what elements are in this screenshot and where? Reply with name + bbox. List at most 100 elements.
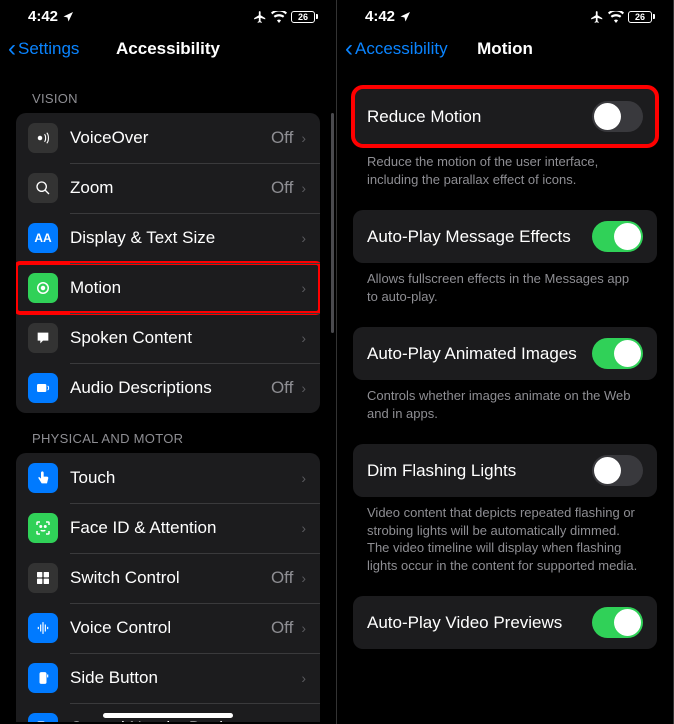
row-value: Off xyxy=(271,178,293,198)
chevron-right-icon: › xyxy=(301,620,306,636)
toggle-dim-flashing-lights[interactable] xyxy=(592,455,643,486)
setting-label: Auto-Play Video Previews xyxy=(367,613,562,633)
nearby-devices-icon xyxy=(28,713,58,722)
chevron-right-icon: › xyxy=(301,570,306,586)
row-label: Side Button xyxy=(70,668,301,688)
text-size-icon: AA xyxy=(28,223,58,253)
chevron-left-icon: ‹ xyxy=(345,37,353,61)
setting-desc: Controls whether images animate on the W… xyxy=(353,380,657,422)
row-value: Off xyxy=(271,618,293,638)
chevron-right-icon: › xyxy=(301,470,306,486)
scroll-indicator[interactable] xyxy=(331,113,334,333)
setting-label: Reduce Motion xyxy=(367,107,481,127)
chevron-right-icon: › xyxy=(301,330,306,346)
switch-control-icon xyxy=(28,563,58,593)
airplane-icon xyxy=(590,10,604,24)
vision-group: VoiceOver Off › Zoom Off › AA Display & … xyxy=(16,113,320,413)
row-value: Off xyxy=(271,568,293,588)
section-header-vision: VISION xyxy=(16,73,320,113)
status-time: 4:42 xyxy=(365,8,395,25)
row-voice-control[interactable]: Voice Control Off › xyxy=(16,603,320,653)
side-button-icon xyxy=(28,663,58,693)
page-title: Accessibility xyxy=(116,39,220,59)
setting-dim-flashing-lights[interactable]: Dim Flashing Lights xyxy=(353,444,657,497)
row-label: Zoom xyxy=(70,178,271,198)
back-label: Settings xyxy=(18,39,79,59)
physical-motor-group: Touch › Face ID & Attention › Switch Con… xyxy=(16,453,320,722)
setting-label: Dim Flashing Lights xyxy=(367,461,516,481)
row-label: Touch xyxy=(70,468,301,488)
section-header-physical: PHYSICAL AND MOTOR xyxy=(16,413,320,453)
airplane-icon xyxy=(253,10,267,24)
chevron-right-icon: › xyxy=(301,720,306,722)
row-faceid[interactable]: Face ID & Attention › xyxy=(16,503,320,553)
location-icon xyxy=(399,11,411,23)
row-label: Display & Text Size xyxy=(70,228,301,248)
row-label: Spoken Content xyxy=(70,328,301,348)
row-label: VoiceOver xyxy=(70,128,271,148)
setting-auto-video-previews[interactable]: Auto-Play Video Previews xyxy=(353,596,657,649)
faceid-icon xyxy=(28,513,58,543)
chevron-right-icon: › xyxy=(301,130,306,146)
chevron-left-icon: ‹ xyxy=(8,37,16,61)
row-label: Audio Descriptions xyxy=(70,378,271,398)
row-label: Face ID & Attention xyxy=(70,518,301,538)
status-bar: 4:42 26 xyxy=(337,0,673,29)
back-button[interactable]: ‹ Settings xyxy=(8,37,79,61)
row-motion[interactable]: Motion › xyxy=(16,263,320,313)
chevron-right-icon: › xyxy=(301,670,306,686)
chevron-right-icon: › xyxy=(301,280,306,296)
zoom-icon xyxy=(28,173,58,203)
wifi-icon xyxy=(271,11,287,23)
toggle-reduce-motion[interactable] xyxy=(592,101,643,132)
nav-bar: ‹ Accessibility Motion xyxy=(337,29,673,73)
row-value: Off xyxy=(271,128,293,148)
setting-auto-message-effects[interactable]: Auto-Play Message Effects xyxy=(353,210,657,263)
wifi-icon xyxy=(608,11,624,23)
motion-icon xyxy=(28,273,58,303)
battery-icon: 26 xyxy=(291,11,318,23)
row-display-text[interactable]: AA Display & Text Size › xyxy=(16,213,320,263)
back-button[interactable]: ‹ Accessibility xyxy=(345,37,448,61)
setting-reduce-motion[interactable]: Reduce Motion xyxy=(353,87,657,146)
voiceover-icon xyxy=(28,123,58,153)
row-audio-descriptions[interactable]: Audio Descriptions Off › xyxy=(16,363,320,413)
setting-desc: Allows fullscreen effects in the Message… xyxy=(353,263,657,305)
chevron-right-icon: › xyxy=(301,230,306,246)
audio-desc-icon xyxy=(28,373,58,403)
spoken-content-icon xyxy=(28,323,58,353)
setting-label: Auto-Play Message Effects xyxy=(367,227,571,247)
status-bar: 4:42 26 xyxy=(0,0,336,29)
row-touch[interactable]: Touch › xyxy=(16,453,320,503)
row-side-button[interactable]: Side Button › xyxy=(16,653,320,703)
row-label: Voice Control xyxy=(70,618,271,638)
toggle-auto-animated-images[interactable] xyxy=(592,338,643,369)
row-switch-control[interactable]: Switch Control Off › xyxy=(16,553,320,603)
row-zoom[interactable]: Zoom Off › xyxy=(16,163,320,213)
setting-desc: Video content that depicts repeated flas… xyxy=(353,497,657,574)
location-icon xyxy=(62,11,74,23)
row-label: Motion xyxy=(70,278,301,298)
row-voiceover[interactable]: VoiceOver Off › xyxy=(16,113,320,163)
nav-bar: ‹ Settings Accessibility xyxy=(0,29,336,73)
chevron-right-icon: › xyxy=(301,180,306,196)
voice-control-icon xyxy=(28,613,58,643)
row-value: Off xyxy=(271,378,293,398)
setting-label: Auto-Play Animated Images xyxy=(367,344,577,364)
accessibility-screen: 4:42 26 ‹ Settings Accessibility VIS xyxy=(0,0,337,724)
home-indicator[interactable] xyxy=(103,713,233,718)
row-label: Control Nearby Devices xyxy=(70,718,301,722)
toggle-auto-video-previews[interactable] xyxy=(592,607,643,638)
row-spoken-content[interactable]: Spoken Content › xyxy=(16,313,320,363)
touch-icon xyxy=(28,463,58,493)
chevron-right-icon: › xyxy=(301,380,306,396)
setting-desc: Reduce the motion of the user interface,… xyxy=(353,146,657,188)
back-label: Accessibility xyxy=(355,39,448,59)
page-title: Motion xyxy=(477,39,533,59)
battery-icon: 26 xyxy=(628,11,655,23)
setting-auto-animated-images[interactable]: Auto-Play Animated Images xyxy=(353,327,657,380)
row-label: Switch Control xyxy=(70,568,271,588)
status-time: 4:42 xyxy=(28,8,58,25)
toggle-auto-message-effects[interactable] xyxy=(592,221,643,252)
motion-screen: 4:42 26 ‹ Accessibility Motion xyxy=(337,0,674,724)
